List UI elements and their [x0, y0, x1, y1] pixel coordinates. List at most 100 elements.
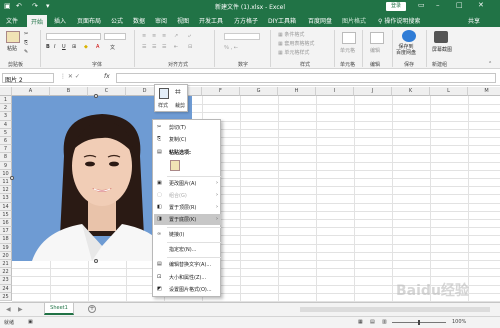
row-header-20[interactable]: 20 [0, 251, 12, 260]
menu-item-cut[interactable]: ✂ 剪切(T) [154, 122, 221, 133]
row-header-6[interactable]: 6 [0, 137, 12, 146]
italic-icon[interactable]: I [54, 44, 55, 50]
column-header-g[interactable]: G [240, 87, 278, 96]
align-center-icon[interactable]: ☰ [152, 44, 156, 50]
tab-insert[interactable]: 插入 [54, 16, 66, 25]
cell-styles-button[interactable]: ▦ 单元格样式 [278, 49, 309, 56]
page-layout-view-icon[interactable]: ▤ [370, 319, 375, 325]
indent-icon[interactable]: ⇤ [174, 44, 178, 50]
menu-item-paste-picture[interactable] [154, 159, 221, 173]
tab-home[interactable]: 开始 [27, 15, 48, 27]
formula-input[interactable] [116, 73, 496, 83]
row-header-3[interactable]: 3 [0, 112, 12, 121]
menu-item-edit-alt-text[interactable]: ▤ 编辑替换文字(A)... [154, 259, 221, 270]
menu-item-copy[interactable]: ⎘ 复制(C) [154, 134, 221, 145]
resize-handle-left[interactable] [10, 176, 14, 180]
row-header-5[interactable]: 5 [0, 128, 12, 137]
normal-view-icon[interactable]: ▦ [358, 319, 363, 325]
align-middle-icon[interactable]: ≡ [152, 33, 156, 39]
row-header-9[interactable]: 9 [0, 161, 12, 170]
tab-page-layout[interactable]: 页面布局 [77, 16, 101, 25]
column-header-f[interactable]: F [202, 87, 240, 96]
font-color-icon[interactable]: A [96, 44, 99, 50]
align-bottom-icon[interactable]: ≡ [162, 33, 166, 39]
tab-baidu-pan[interactable]: 百度网盘 [308, 16, 332, 25]
editing-icon[interactable] [370, 32, 384, 44]
tab-view[interactable]: 视图 [177, 16, 189, 25]
menu-item-send-to-back[interactable]: ◨ 置于底层(K) › [154, 214, 221, 225]
prev-sheet-icon[interactable]: ◀ [6, 306, 11, 313]
row-header-4[interactable]: 4 [0, 120, 12, 129]
cut-icon[interactable]: ✂ [24, 31, 28, 37]
tab-data[interactable]: 数据 [133, 16, 145, 25]
resize-handle-bottom[interactable] [94, 259, 98, 263]
column-header-a[interactable]: A [12, 87, 50, 96]
fx-icon[interactable]: fx [104, 73, 110, 80]
column-header-m[interactable]: M [468, 87, 500, 96]
row-header-8[interactable]: 8 [0, 153, 12, 162]
fill-color-icon[interactable]: ◆ [84, 44, 88, 50]
column-header-h[interactable]: H [278, 87, 316, 96]
menu-item-change-picture[interactable]: ▣ 更改图片(A) › [154, 178, 221, 189]
format-painter-icon[interactable]: ✎ [24, 49, 28, 55]
tab-picture-format[interactable]: 图片格式 [342, 16, 366, 25]
style-icon[interactable] [159, 88, 169, 99]
align-left-icon[interactable]: ☰ [142, 44, 146, 50]
orientation-icon[interactable]: ↗ [174, 33, 178, 39]
share-button[interactable]: 共享 [468, 16, 480, 25]
column-header-l[interactable]: L [430, 87, 468, 96]
row-header-19[interactable]: 19 [0, 243, 12, 252]
cells-icon[interactable] [342, 32, 356, 44]
number-format-select[interactable] [224, 33, 260, 40]
row-header-18[interactable]: 18 [0, 235, 12, 244]
menu-item-size-properties[interactable]: ⊡ 大小和属性(Z)... [154, 272, 221, 283]
row-header-15[interactable]: 15 [0, 210, 12, 219]
crop-icon[interactable]: ⌗ [175, 87, 181, 98]
phonetic-icon[interactable]: 文 [110, 44, 115, 51]
add-sheet-icon[interactable]: + [88, 305, 96, 313]
font-size-select[interactable] [104, 33, 126, 40]
menu-item-format-picture[interactable]: ◩ 设置图片格式(O)... [154, 284, 221, 295]
horizontal-scrollbar[interactable] [300, 307, 490, 312]
column-header-j[interactable]: J [354, 87, 392, 96]
tab-fangfang[interactable]: 方方格子 [234, 16, 258, 25]
paste-icon[interactable] [6, 31, 20, 43]
row-header-1[interactable]: 1 [0, 96, 12, 105]
wrap-text-icon[interactable]: ⤶ [188, 33, 191, 39]
column-header-b[interactable]: B [50, 87, 88, 96]
page-break-view-icon[interactable]: ▥ [382, 319, 387, 325]
align-top-icon[interactable]: ≡ [142, 33, 146, 39]
row-header-2[interactable]: 2 [0, 104, 12, 113]
row-header-17[interactable]: 17 [0, 227, 12, 236]
tell-me-search[interactable]: ⚲ 操作说明搜索 [378, 16, 420, 25]
close-icon[interactable]: ✕ [478, 1, 484, 9]
bold-icon[interactable]: B [46, 44, 50, 50]
zoom-slider-thumb[interactable] [418, 320, 420, 325]
row-header-25[interactable]: 25 [0, 292, 12, 301]
menu-item-bring-to-front[interactable]: ◧ 置于顶层(R) › [154, 202, 221, 213]
row-header-13[interactable]: 13 [0, 194, 12, 203]
macro-record-icon[interactable]: ▣ [28, 319, 33, 325]
row-header-21[interactable]: 21 [0, 260, 12, 269]
column-header-k[interactable]: K [392, 87, 430, 96]
baidu-cloud-icon[interactable] [402, 30, 416, 42]
resize-handle-top[interactable] [94, 94, 98, 98]
tab-review[interactable]: 审阅 [155, 16, 167, 25]
font-name-select[interactable] [46, 33, 101, 40]
row-header-24[interactable]: 24 [0, 284, 12, 293]
tab-diy-toolbox[interactable]: DIY工具箱 [268, 16, 296, 25]
align-right-icon[interactable]: ☰ [162, 44, 166, 50]
underline-icon[interactable]: U [62, 44, 66, 50]
border-icon[interactable]: ⊞ [72, 44, 76, 50]
zoom-level[interactable]: 100% [452, 319, 466, 325]
ribbon-display-icon[interactable]: ▭ [418, 1, 425, 9]
worksheet-grid[interactable]: ABCDEFGHIJKLM 12345678910111213141516171… [0, 87, 500, 302]
login-button[interactable]: 登录 [386, 2, 406, 11]
menu-item-link[interactable]: ∞ 链接(I) [154, 229, 221, 240]
next-sheet-icon[interactable]: ▶ [18, 306, 23, 313]
row-header-23[interactable]: 23 [0, 276, 12, 285]
tab-developer[interactable]: 开发工具 [199, 16, 223, 25]
menu-item-assign-macro[interactable]: 指定宏(N)... [154, 244, 221, 255]
currency-icon[interactable]: ％ ‚ ← [224, 44, 238, 51]
tab-file[interactable]: 文件 [6, 16, 18, 25]
